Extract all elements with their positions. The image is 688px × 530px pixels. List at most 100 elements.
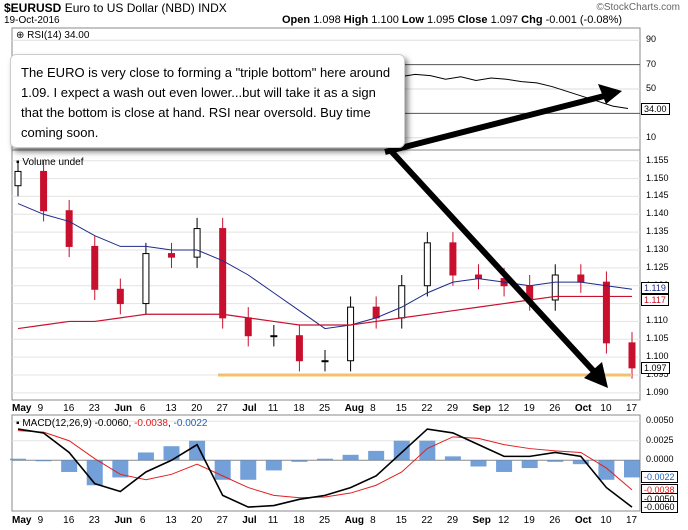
macd-value: -0.0060: [94, 418, 129, 429]
symbol-name: Euro to US Dollar (NBD): [64, 1, 195, 15]
header-date: 19-Oct-2016: [4, 15, 60, 26]
macd-histogram-bar: [624, 460, 640, 478]
x-axis-label-bottom: 11: [267, 515, 279, 526]
candle-body: [219, 228, 227, 319]
price-tick-label: 1.110: [646, 315, 668, 326]
price-tick-label: 1.090: [646, 386, 669, 397]
macd-histogram-bar: [112, 460, 129, 478]
x-axis-label-bottom: 22: [421, 515, 433, 526]
note-text: The EURO is very close to forming a "tri…: [21, 65, 391, 140]
price-tick-label: 1.135: [646, 226, 669, 237]
rsi-tick-label: 10: [646, 131, 657, 142]
macd-histogram-bar: [163, 446, 180, 461]
high-value: 1.100: [371, 14, 399, 26]
macd-title: ▪ MACD(12,26,9) -0.0060, -0.0038, -0.002…: [16, 418, 208, 429]
volume-title: ▪ Volume undef: [16, 157, 84, 168]
candle-body: [347, 306, 355, 362]
x-axis-label-bottom: 16: [63, 515, 75, 526]
chg-label: Chg: [521, 14, 543, 26]
macd-histogram-bar: [137, 452, 154, 461]
x-axis-label: 16: [63, 403, 75, 414]
x-axis-label-bottom: 8: [370, 515, 376, 526]
candle-body: [142, 253, 150, 305]
candle-body: [398, 285, 406, 319]
chart-root: { "header": { "symbol": "$EURUSD", "name…: [0, 0, 688, 530]
x-axis-label: 8: [370, 403, 376, 414]
chg-value: -0.001 (-0.08%): [545, 14, 623, 26]
x-axis-label: Aug: [344, 403, 365, 414]
ohlc-summary: Open 1.098 High 1.100 Low 1.095 Close 1.…: [282, 14, 622, 26]
macd-histogram-bar: [61, 460, 78, 472]
macd-histogram-bar: [368, 450, 385, 461]
x-axis-label-bottom: Sep: [472, 515, 491, 526]
candle-body: [602, 281, 610, 344]
x-axis-label: 29: [446, 403, 459, 414]
x-axis-label-bottom: 19: [523, 515, 535, 526]
macd-histogram-bar: [444, 456, 461, 461]
candle-body: [475, 274, 482, 280]
x-axis-label: 23: [88, 403, 100, 414]
close-label: Close: [457, 14, 488, 26]
macd-histogram-bar: [35, 460, 52, 462]
x-axis-label-bottom: 9: [37, 515, 44, 526]
rsi-tick-label: 90: [646, 34, 657, 45]
price-tick-label: 1.140: [646, 208, 669, 219]
x-axis-label-bottom: 12: [498, 515, 510, 526]
macd-histogram-bar: [10, 458, 26, 461]
exchange: INDX: [198, 1, 227, 15]
x-axis-label-bottom: 23: [88, 515, 100, 526]
ma-long-box: 1.117: [641, 294, 669, 307]
x-axis-label-bottom: 25: [319, 515, 331, 526]
candle-body: [244, 317, 252, 337]
x-axis-label: 17: [626, 403, 638, 414]
x-axis-label: 9: [37, 403, 44, 414]
price-tick-label: 1.150: [646, 172, 669, 183]
low-label: Low: [401, 14, 424, 26]
macd-tick-label: 0.0000: [646, 454, 674, 465]
x-axis-label: 18: [293, 403, 305, 414]
macd-histogram-bar: [214, 460, 231, 480]
rsi-tick-label: 50: [646, 83, 657, 93]
x-axis-label-bottom: May: [12, 515, 32, 526]
x-axis-label: 22: [421, 403, 433, 414]
open-value: 1.098: [313, 14, 341, 26]
candle-body: [449, 242, 457, 276]
price-panel-frame: [11, 149, 641, 401]
x-axis-label: 12: [498, 403, 510, 414]
macd-tick-label: 0.0050: [646, 415, 674, 426]
price-tick-label: 1.100: [646, 351, 669, 362]
brand-watermark: ©StockCharts.com: [596, 2, 680, 13]
candle-body: [14, 170, 22, 187]
x-axis-label: 11: [267, 403, 279, 414]
candle-body: [295, 335, 303, 362]
candle-body: [193, 228, 201, 258]
x-axis-label-bottom: 29: [446, 515, 459, 526]
rsi-icon: ⊕: [16, 30, 25, 41]
x-axis-label-bottom: 20: [191, 515, 203, 526]
macd-histogram-bar: [265, 460, 282, 471]
candle-body: [577, 274, 585, 283]
ma-short-box: 1.119: [641, 282, 669, 295]
candle-body: [270, 335, 278, 338]
candle-body: [321, 360, 329, 363]
x-axis-label-bottom: Oct: [574, 515, 592, 526]
rsi-tick-label: 70: [646, 58, 657, 69]
price-tick-label: 1.105: [646, 333, 669, 344]
x-axis-label: Sep: [472, 403, 491, 414]
price-tick-label: 1.155: [646, 154, 669, 165]
price-tick-label: 1.145: [646, 190, 669, 201]
x-axis-label-bottom: 26: [549, 515, 561, 526]
candle-body: [65, 210, 73, 247]
candle-body: [91, 245, 99, 290]
x-axis-label: 10: [600, 403, 612, 414]
rsi-line: [399, 73, 629, 110]
low-value: 1.095: [426, 14, 455, 26]
x-axis-label: Oct: [574, 403, 592, 414]
signal-value: -0.0038: [134, 418, 168, 429]
macd-histogram-bar: [240, 460, 257, 480]
candle-body: [423, 242, 431, 287]
macd-histogram-bar: [86, 460, 103, 486]
rsi-title: ⊕ RSI(14) 34.00: [16, 30, 89, 41]
macd-histogram-bar: [291, 460, 308, 462]
x-axis-label: 20: [191, 403, 203, 414]
